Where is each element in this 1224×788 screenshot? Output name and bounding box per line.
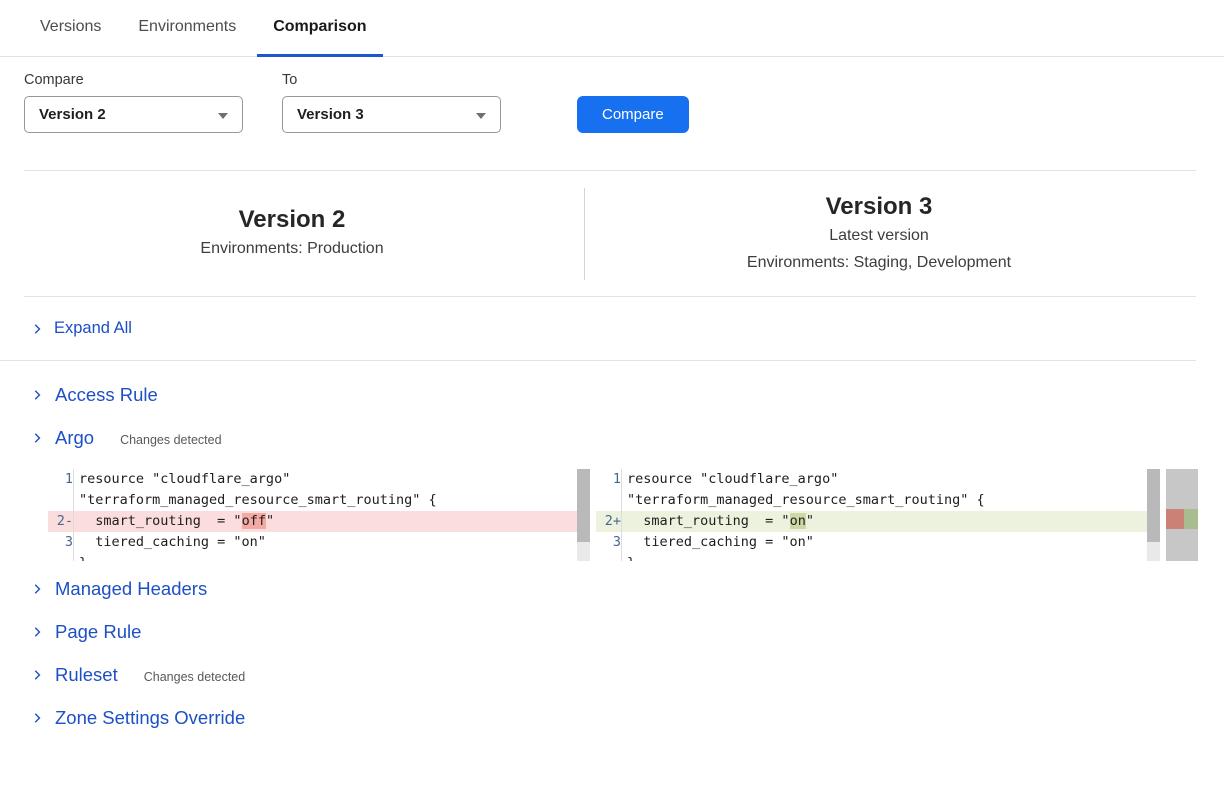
diff-line-added: 2+ smart_routing = "on" [596, 511, 1160, 532]
section-label: Argo [55, 427, 94, 449]
section-label: Access Rule [55, 384, 158, 406]
ruler-removed-marker [1166, 509, 1184, 529]
section-ruleset[interactable]: Ruleset Changes detected [30, 663, 1224, 687]
diff-overview-ruler [1166, 469, 1198, 561]
left-version-title: Version 2 [0, 205, 584, 235]
expand-all-label: Expand All [54, 319, 132, 338]
diff-panel-left: 1resource "cloudflare_argo" "terraform_m… [48, 469, 590, 561]
chevron-right-icon [30, 431, 44, 445]
compare-to-label: To [282, 72, 501, 88]
tab-environments[interactable]: Environments [122, 0, 252, 57]
left-version-environments: Environments: Production [0, 235, 584, 262]
diff-line-removed: 2- smart_routing = "off" [48, 511, 590, 532]
diff-line-wrap: "terraform_managed_resource_smart_routin… [48, 490, 590, 511]
expand-all-button[interactable]: Expand All [0, 297, 1196, 361]
comparison-header: Version 2 Environments: Production Versi… [0, 171, 1224, 296]
chevron-right-icon [30, 582, 44, 596]
diff-panel-right: 1resource "cloudflare_argo" "terraform_m… [596, 469, 1160, 561]
section-zone-settings-override[interactable]: Zone Settings Override [30, 706, 1224, 730]
section-label: Ruleset [55, 664, 118, 686]
right-version-title: Version 3 [585, 192, 1173, 222]
tab-bar: Versions Environments Comparison [0, 0, 1224, 57]
section-label: Managed Headers [55, 578, 207, 600]
chevron-down-icon [218, 113, 228, 119]
chevron-right-icon [30, 322, 44, 336]
changes-detected-badge: Changes detected [144, 667, 245, 684]
tab-versions[interactable]: Versions [24, 0, 117, 57]
chevron-right-icon [30, 388, 44, 402]
scrollbar-thumb[interactable] [1147, 469, 1160, 542]
compare-from-value: Version 2 [39, 106, 106, 123]
diff-line: } [596, 553, 1160, 561]
ruler-added-marker [1184, 509, 1198, 529]
chevron-right-icon [30, 711, 44, 725]
section-label: Zone Settings Override [55, 707, 245, 729]
diff-line: 1resource "cloudflare_argo" [48, 469, 590, 490]
scrollbar[interactable] [577, 469, 590, 561]
section-managed-headers[interactable]: Managed Headers [30, 577, 1224, 601]
section-argo[interactable]: Argo Changes detected [30, 426, 1224, 450]
compare-to-field: To Version 3 [282, 72, 501, 133]
diff-line: 3 tiered_caching = "on" [596, 532, 1160, 553]
diff-line-wrap: "terraform_managed_resource_smart_routin… [596, 490, 1160, 511]
left-version-header: Version 2 Environments: Production [0, 205, 584, 262]
compare-to-select[interactable]: Version 3 [282, 96, 501, 133]
compare-to-value: Version 3 [297, 106, 364, 123]
added-word: on [790, 513, 806, 529]
compare-from-field: Compare Version 2 [24, 72, 243, 133]
tab-comparison[interactable]: Comparison [257, 0, 382, 57]
diff-line: } [48, 553, 590, 561]
section-label: Page Rule [55, 621, 141, 643]
scrollbar-thumb[interactable] [577, 469, 590, 542]
chevron-right-icon [30, 668, 44, 682]
compare-from-select[interactable]: Version 2 [24, 96, 243, 133]
chevron-down-icon [476, 113, 486, 119]
right-version-environments: Environments: Staging, Development [585, 249, 1173, 276]
section-list: Access Rule Argo Changes detected 1resou… [0, 361, 1224, 730]
changes-detected-badge: Changes detected [120, 430, 221, 447]
compare-controls: Compare Version 2 To Version 3 Compare [24, 72, 1224, 133]
removed-word: off [242, 513, 266, 529]
diff-line: 3 tiered_caching = "on" [48, 532, 590, 553]
compare-button[interactable]: Compare [577, 96, 689, 133]
right-version-note: Latest version [585, 222, 1173, 249]
diff-line: 1resource "cloudflare_argo" [596, 469, 1160, 490]
scrollbar[interactable] [1147, 469, 1160, 561]
argo-diff: 1resource "cloudflare_argo" "terraform_m… [48, 469, 1224, 561]
compare-from-label: Compare [24, 72, 243, 88]
section-page-rule[interactable]: Page Rule [30, 620, 1224, 644]
section-access-rule[interactable]: Access Rule [30, 383, 1224, 407]
right-version-header: Version 3 Latest version Environments: S… [585, 192, 1173, 276]
chevron-right-icon [30, 625, 44, 639]
